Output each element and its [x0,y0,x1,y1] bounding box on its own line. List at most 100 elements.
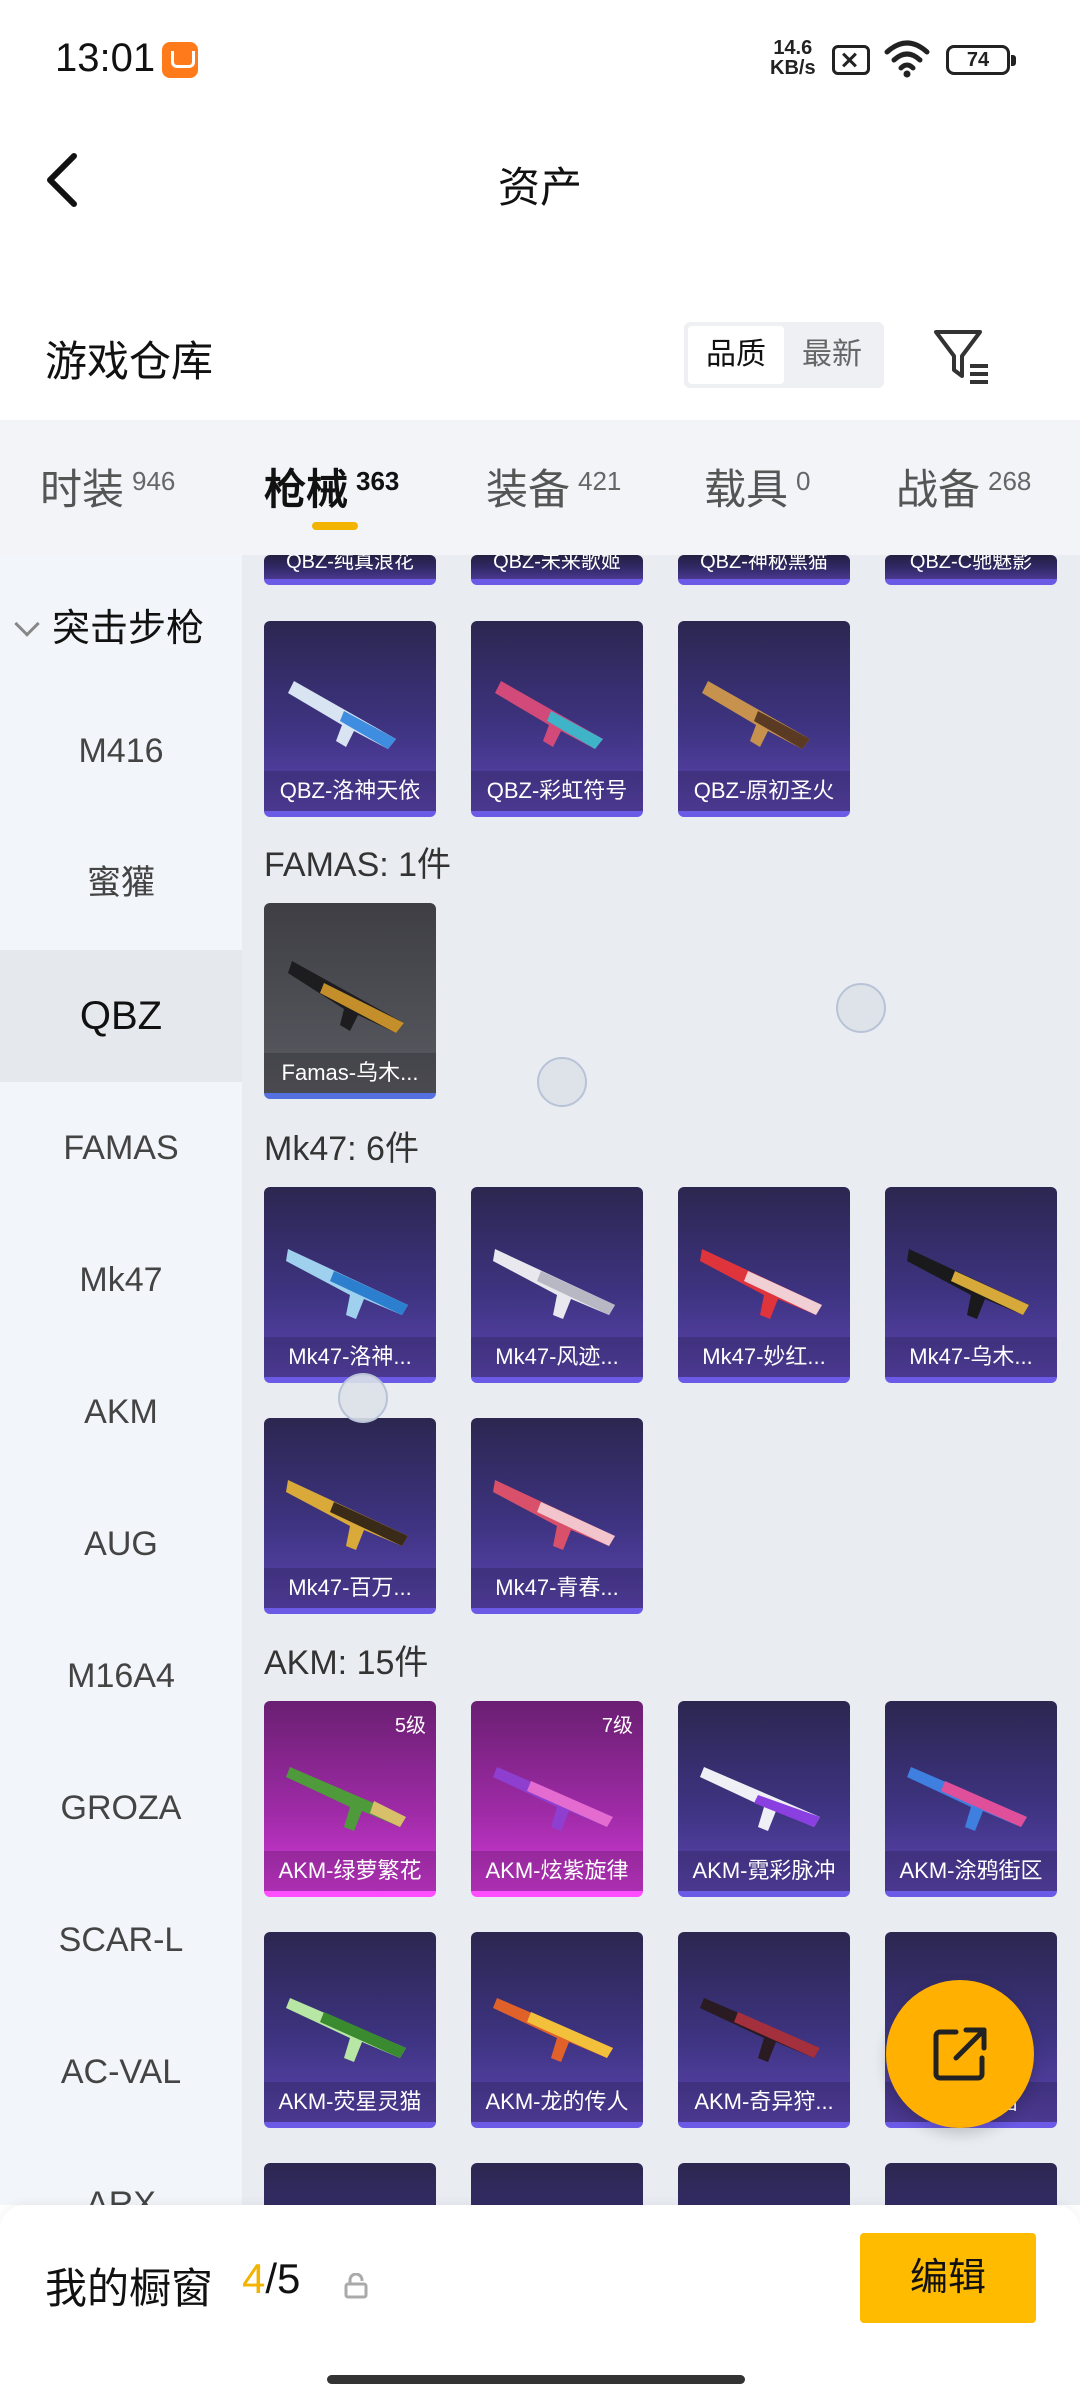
weapon-card-name: AKM-奇异狩... [678,2082,850,2122]
showcase-label: 我的橱窗 [45,2265,214,2312]
page-title: 资产 [497,164,582,211]
weapon-card[interactable]: AKM-荧星灵猫 [264,1932,436,2128]
sidebar-item-m416[interactable]: M416 [0,685,242,817]
tab-count: 421 [578,466,622,496]
wifi-icon [884,40,930,78]
tab-label: 战备 [896,466,981,513]
weapon-card-level: 7级 [601,1715,633,1737]
sidebar-item-qbz[interactable]: QBZ [0,950,242,1082]
weapon-card[interactable]: 7级 AKM-炫紫旋律 [471,1701,643,1897]
weapon-card[interactable]: QBZ-彩虹符号 [471,621,643,817]
weapon-card[interactable]: QBZ-C驰魅影 [885,555,1057,585]
edit-button[interactable]: 编辑 [860,2233,1036,2323]
group-title-mk47: Mk47: 6件 [264,1130,419,1168]
tab-count: 0 [796,466,811,496]
group-title-akm: AKM: 15件 [264,1644,429,1682]
sidebar-item-ac-val[interactable]: AC-VAL [0,2006,242,2138]
sidebar-item-mk47[interactable]: Mk47 [0,1214,242,1346]
tab-firearms[interactable]: 枪械 363 [264,456,399,517]
filter-icon[interactable] [930,322,994,388]
sort-quality-button[interactable]: 品质 [688,326,784,384]
sidebar-group-assault-rifles[interactable]: 突击步枪 [14,597,205,652]
tab-label: 枪械 [264,466,349,513]
tab-fashion[interactable]: 时装 946 [40,456,175,517]
weapon-card[interactable]: AKM-龙的传人 [471,1932,643,2128]
tab-equipment[interactable]: 装备 421 [486,456,621,517]
app-badge-icon [162,42,198,78]
weapon-type-sidebar: 突击步枪 M416 蜜獾 QBZ FAMAS Mk47 AKM AUG M16A… [0,555,242,2205]
weapon-card-name: AKM-绿萝繁花 [264,1851,436,1891]
tab-label: 时装 [40,466,125,513]
weapon-card-name: QBZ-原初圣火 [678,771,850,811]
sidebar-item-aug[interactable]: AUG [0,1478,242,1610]
tab-vehicles[interactable]: 载具 0 [704,456,810,517]
tab-gear[interactable]: 战备 268 [896,456,1031,517]
rifle-icon [288,681,396,749]
share-button[interactable] [886,1980,1034,2128]
lock-icon [344,2273,368,2299]
sidebar-item-arx[interactable]: ARX [0,2138,242,2205]
weapon-card-name: Famas-乌木... [264,1053,436,1093]
weapon-card[interactable]: QBZ-未来歌姬 [471,555,643,585]
weapon-card-name: QBZ-神秘黑猫 [678,555,850,579]
chevron-down-icon [14,611,40,637]
network-speed-value: 14.6 [773,37,813,59]
weapon-card[interactable]: Mk47-洛神... [264,1187,436,1383]
weapon-card[interactable]: Famas-乌木... [264,903,436,1099]
weapon-card[interactable]: QBZ-原初圣火 [678,621,850,817]
weapon-card-name: QBZ-纯真浪花 [264,555,436,579]
weapon-card[interactable]: Mk47-青春... [471,1418,643,1614]
rifle-icon [288,961,404,1033]
weapon-card[interactable]: AKM-涂鸦街区 [885,1701,1057,1897]
sidebar-item-scar-l[interactable]: SCAR-L [0,1874,242,2006]
warehouse-title: 游戏仓库 [45,338,214,385]
sidebar-item-honey-badger[interactable]: 蜜獾 [0,817,242,949]
showcase-count: 4/5 [242,2255,300,2303]
battery-icon: 74 [946,45,1016,75]
tab-count: 946 [132,466,176,496]
rifle-icon [702,681,810,749]
rifle-icon [495,681,603,749]
sidebar-item-akm[interactable]: AKM [0,1346,242,1478]
weapon-card-name: AKM-霓彩脉冲 [678,1851,850,1891]
sidebar-item-m16a4[interactable]: M16A4 [0,1610,242,1742]
weapon-card[interactable] [885,2163,1057,2205]
home-indicator[interactable] [327,2375,745,2384]
weapon-card[interactable]: AKM-霓彩脉冲 [678,1701,850,1897]
weapon-card-name: QBZ-未来歌姬 [471,555,643,579]
active-tab-indicator [312,522,358,530]
sidebar-item-famas[interactable]: FAMAS [0,1082,242,1214]
weapon-card[interactable]: Mk47-乌木... [885,1187,1057,1383]
weapon-card[interactable]: AKM-奇异狩... [678,1932,850,2128]
weapon-card[interactable]: Mk47-风迹... [471,1187,643,1383]
weapon-card[interactable] [678,2163,850,2205]
weapon-card[interactable]: QBZ-纯真浪花 [264,555,436,585]
sidebar-group-label: 突击步枪 [52,608,205,650]
weapon-card-name: Mk47-洛神... [264,1337,436,1377]
weapon-card-name: Mk47-妙红... [678,1337,850,1377]
sidebar-item-groza[interactable]: GROZA [0,1742,242,1874]
showcase-current: 4 [242,2255,266,2302]
rifle-icon [907,1249,1029,1319]
rifle-icon [493,1480,615,1550]
sort-newest-button[interactable]: 最新 [784,326,880,384]
weapon-card-name: QBZ-洛神天依 [264,771,436,811]
weapon-card[interactable]: QBZ-洛神天依 [264,621,436,817]
weapon-card[interactable]: Mk47-百万... [264,1418,436,1614]
page-header: 资产 [0,120,1080,240]
sort-toggle: 品质 最新 [684,322,884,388]
weapon-card-name: Mk47-乌木... [885,1337,1057,1377]
rifle-icon [286,1767,406,1831]
network-speed-unit: KB/s [770,57,816,79]
weapon-card[interactable]: 5级 AKM-绿萝繁花 [264,1701,436,1897]
weapon-card[interactable]: Mk47-妙红... [678,1187,850,1383]
weapon-card[interactable]: QBZ-神秘黑猫 [678,555,850,585]
weapon-card-name: AKM-荧星灵猫 [264,2082,436,2122]
weapon-card-name: QBZ-彩虹符号 [471,771,643,811]
weapon-card[interactable] [471,2163,643,2205]
weapon-card[interactable] [264,2163,436,2205]
tab-count: 268 [988,466,1032,496]
rifle-icon [286,1249,408,1319]
rifle-icon [700,1249,822,1319]
weapon-card-name: AKM-涂鸦街区 [885,1851,1057,1891]
